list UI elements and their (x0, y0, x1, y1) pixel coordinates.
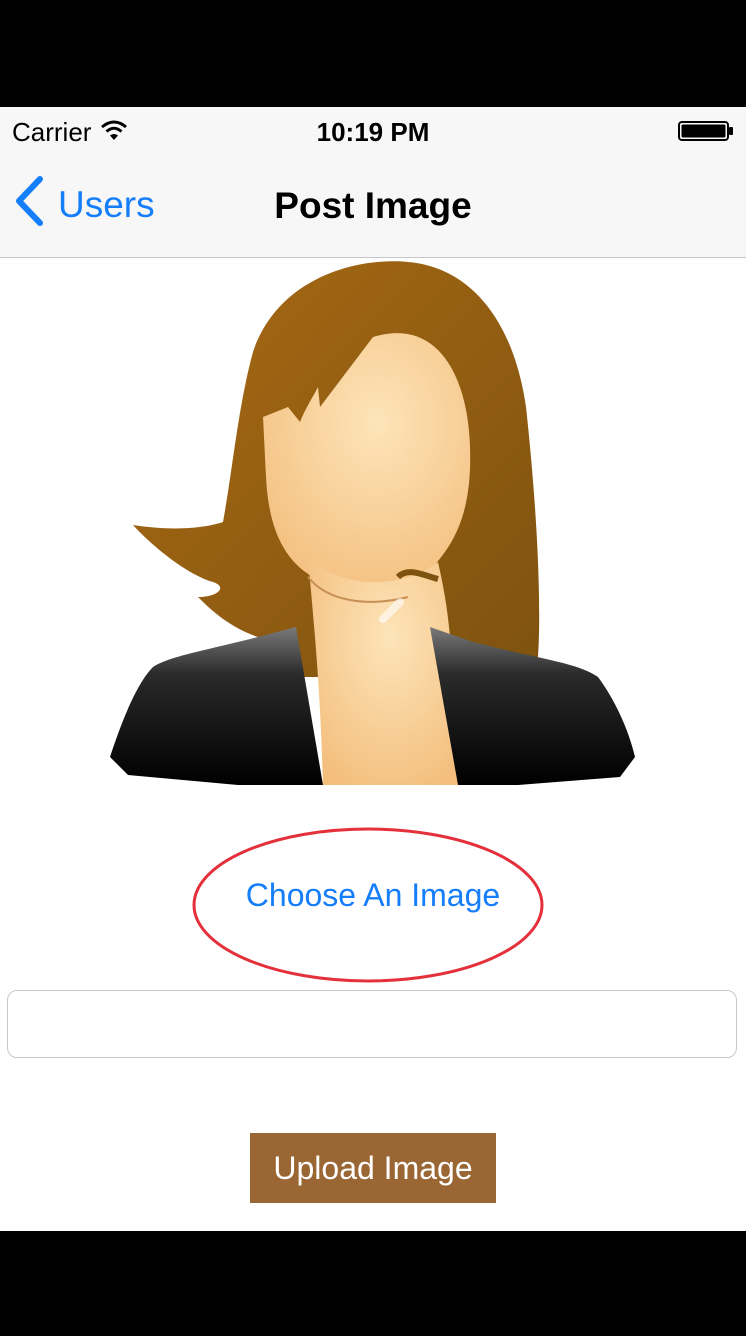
status-time: 10:19 PM (316, 117, 430, 147)
app-screen: Carrier 10:19 PM Users Post Image Choose… (0, 107, 746, 1231)
text-field[interactable] (7, 990, 737, 1058)
top-letterbox (0, 0, 746, 107)
battery-icon (678, 121, 734, 141)
choose-image-button[interactable]: Choose An Image (0, 877, 746, 914)
bottom-letterbox (0, 1231, 746, 1336)
upload-image-button[interactable]: Upload Image (250, 1133, 496, 1203)
avatar-image (108, 257, 638, 785)
navigation-bar: Carrier 10:19 PM Users Post Image (0, 107, 746, 258)
page-title: Post Image (274, 185, 472, 226)
